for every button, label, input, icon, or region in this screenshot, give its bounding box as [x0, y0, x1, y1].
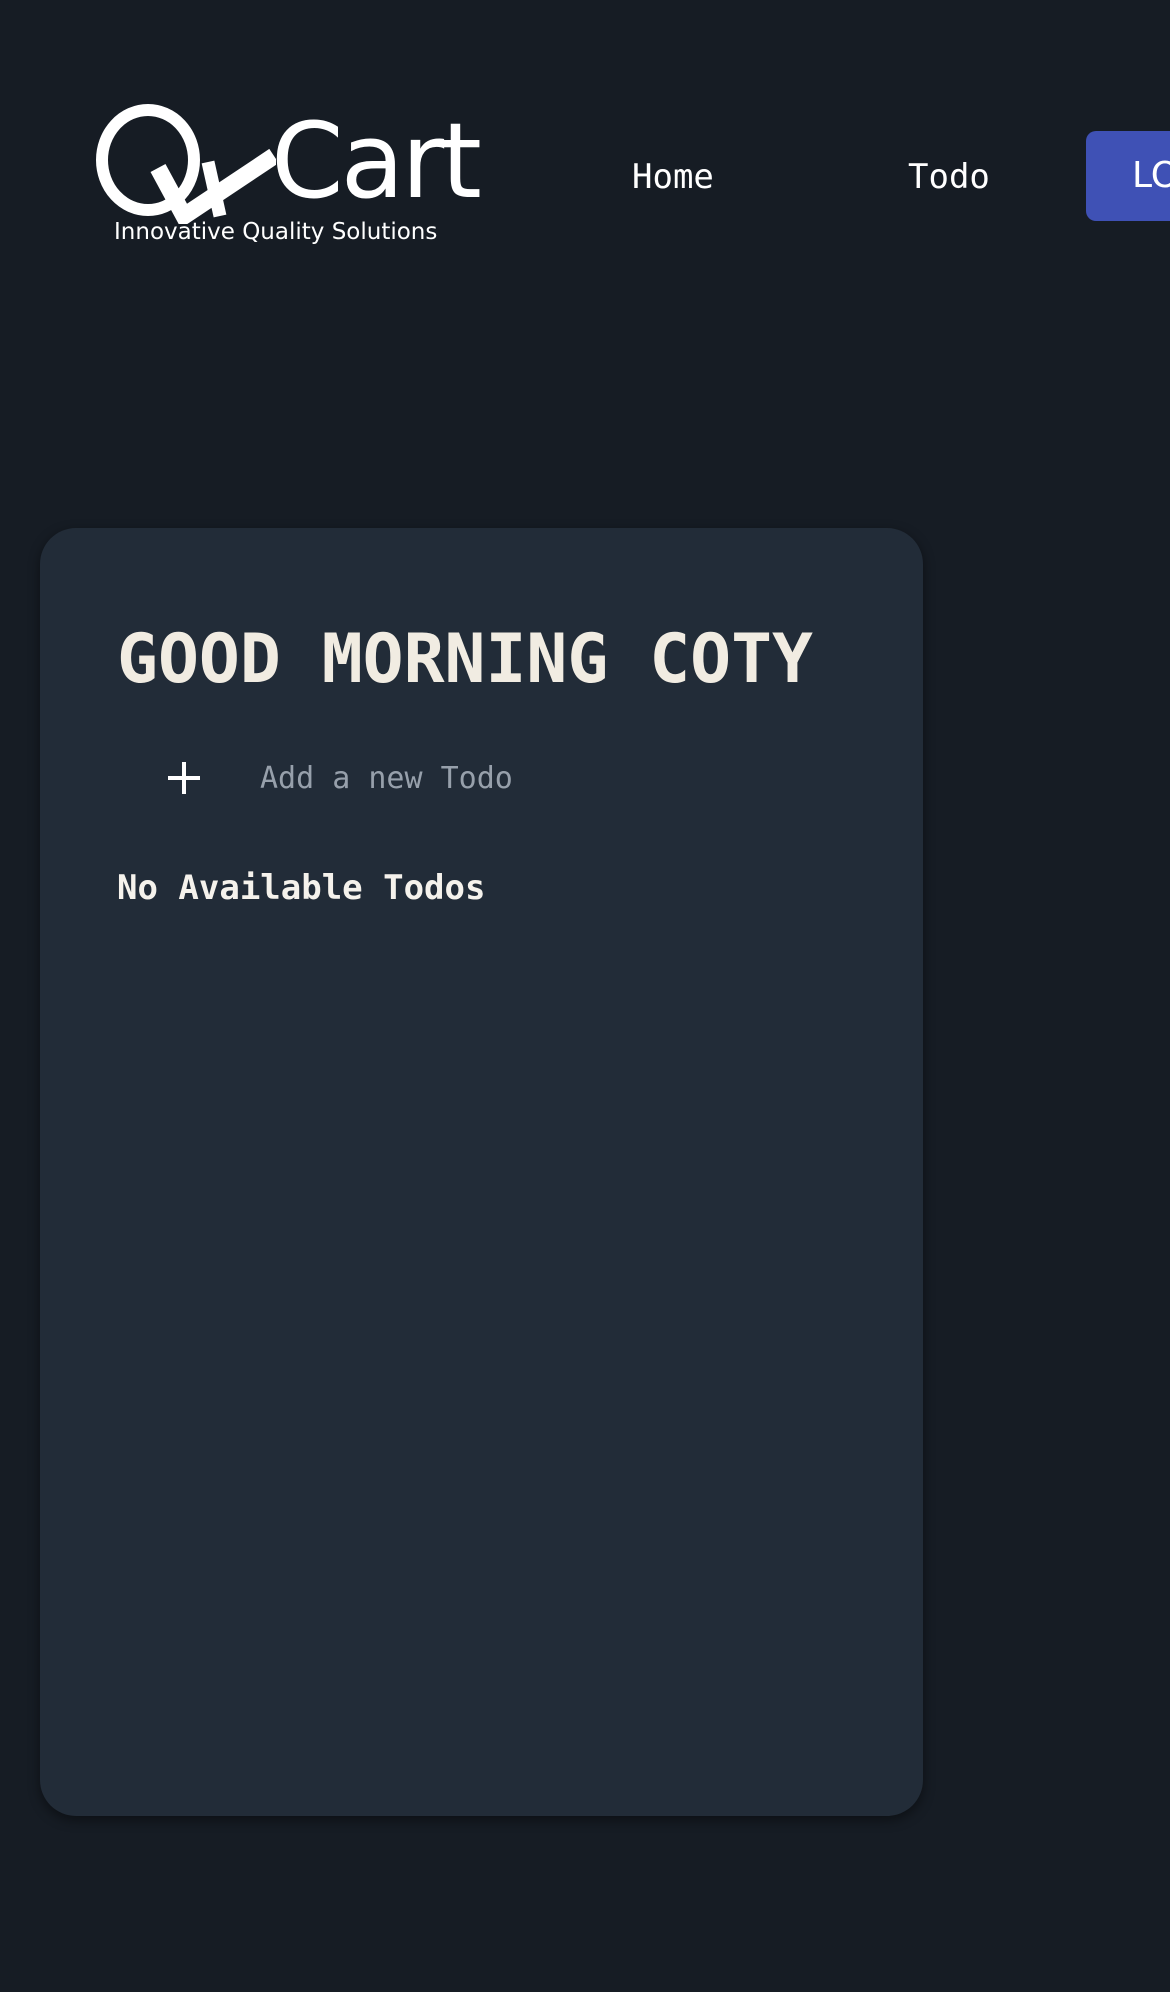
greeting-heading: GOOD MORNING COTY — [117, 620, 813, 699]
logout-button[interactable]: LOGOUT — [1086, 131, 1170, 221]
plus-icon — [168, 762, 200, 794]
logo-brand-text: Cart — [271, 100, 482, 222]
add-todo-button[interactable] — [150, 743, 216, 813]
qacart-logo[interactable]: Cart Innovative Quality Solutions — [96, 104, 482, 252]
qa-logo-mark-icon — [96, 104, 276, 224]
nav-todo-link[interactable]: Todo — [908, 152, 990, 202]
logo-tagline: Innovative Quality Solutions — [114, 219, 438, 245]
nav-home-link[interactable]: Home — [632, 152, 714, 202]
new-todo-input[interactable] — [260, 748, 760, 808]
add-todo-row — [150, 743, 790, 813]
todo-card: GOOD MORNING COTY No Available Todos — [40, 528, 923, 1816]
empty-todos-message: No Available Todos — [117, 868, 486, 908]
